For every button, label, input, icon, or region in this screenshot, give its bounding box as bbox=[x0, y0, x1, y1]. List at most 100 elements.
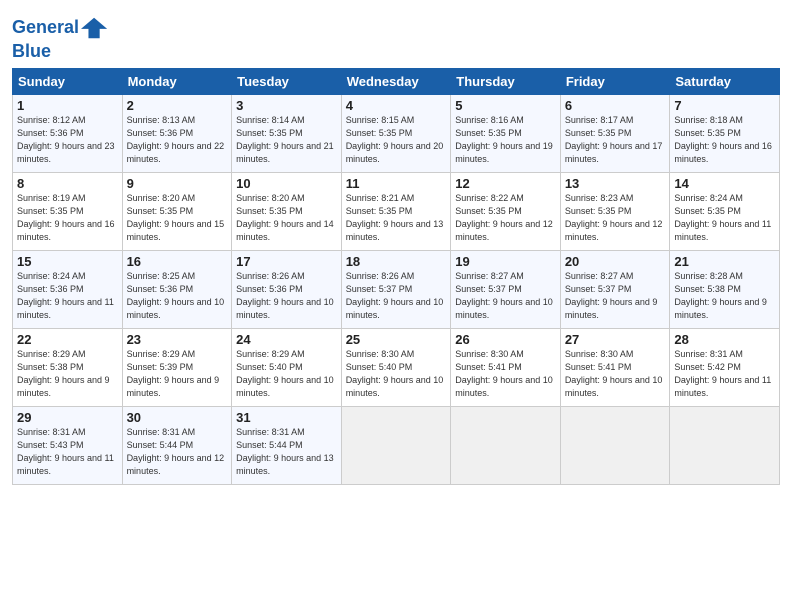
calendar-cell: 2Sunrise: 8:13 AMSunset: 5:36 PMDaylight… bbox=[122, 94, 232, 172]
calendar-cell: 28 Sunrise: 8:31 AMSunset: 5:42 PMDayligh… bbox=[670, 328, 780, 406]
logo-text: General bbox=[12, 18, 79, 38]
calendar-cell: 24 Sunrise: 8:29 AMSunset: 5:40 PMDayligh… bbox=[232, 328, 342, 406]
day-number: 28 bbox=[674, 332, 775, 347]
weekday-header-sunday: Sunday bbox=[13, 68, 123, 94]
day-number: 6 bbox=[565, 98, 666, 113]
day-number: 9 bbox=[127, 176, 228, 191]
day-number: 4 bbox=[346, 98, 447, 113]
day-number: 2 bbox=[127, 98, 228, 113]
calendar-cell: 4 Sunrise: 8:15 AMSunset: 5:35 PMDaylight… bbox=[341, 94, 451, 172]
logo-text2: Blue bbox=[12, 42, 51, 62]
day-number: 12 bbox=[455, 176, 556, 191]
weekday-header-thursday: Thursday bbox=[451, 68, 561, 94]
day-number: 3 bbox=[236, 98, 337, 113]
day-info: Sunrise: 8:21 AMSunset: 5:35 PMDaylight:… bbox=[346, 193, 444, 242]
calendar-week-4: 22 Sunrise: 8:29 AMSunset: 5:38 PMDayligh… bbox=[13, 328, 780, 406]
calendar-cell: 16 Sunrise: 8:25 AMSunset: 5:36 PMDayligh… bbox=[122, 250, 232, 328]
day-number: 1 bbox=[17, 98, 118, 113]
day-info: Sunrise: 8:30 AMSunset: 5:40 PMDaylight:… bbox=[346, 349, 444, 398]
day-info: Sunrise: 8:29 AMSunset: 5:39 PMDaylight:… bbox=[127, 349, 220, 398]
calendar-cell: 14Sunrise: 8:24 AMSunset: 5:35 PMDayligh… bbox=[670, 172, 780, 250]
calendar-cell: 26Sunrise: 8:30 AMSunset: 5:41 PMDayligh… bbox=[451, 328, 561, 406]
calendar-cell bbox=[670, 406, 780, 484]
day-info: Sunrise: 8:27 AMSunset: 5:37 PMDaylight:… bbox=[455, 271, 553, 320]
day-number: 10 bbox=[236, 176, 337, 191]
day-info: Sunrise: 8:25 AMSunset: 5:36 PMDaylight:… bbox=[127, 271, 225, 320]
calendar-cell bbox=[560, 406, 670, 484]
day-number: 25 bbox=[346, 332, 447, 347]
calendar-cell: 17 Sunrise: 8:26 AMSunset: 5:36 PMDayligh… bbox=[232, 250, 342, 328]
day-info: Sunrise: 8:26 AMSunset: 5:37 PMDaylight:… bbox=[346, 271, 444, 320]
calendar-week-3: 15 Sunrise: 8:24 AMSunset: 5:36 PMDayligh… bbox=[13, 250, 780, 328]
day-number: 17 bbox=[236, 254, 337, 269]
day-number: 27 bbox=[565, 332, 666, 347]
day-info: Sunrise: 8:18 AMSunset: 5:35 PMDaylight:… bbox=[674, 115, 772, 164]
day-info: Sunrise: 8:31 AMSunset: 5:43 PMDaylight:… bbox=[17, 427, 114, 476]
day-number: 16 bbox=[127, 254, 228, 269]
weekday-header-row: SundayMondayTuesdayWednesdayThursdayFrid… bbox=[13, 68, 780, 94]
weekday-header-saturday: Saturday bbox=[670, 68, 780, 94]
day-info: Sunrise: 8:17 AMSunset: 5:35 PMDaylight:… bbox=[565, 115, 663, 164]
calendar-cell: 8 Sunrise: 8:19 AMSunset: 5:35 PMDaylight… bbox=[13, 172, 123, 250]
day-info: Sunrise: 8:31 AMSunset: 5:44 PMDaylight:… bbox=[127, 427, 225, 476]
logo: General Blue bbox=[12, 14, 109, 62]
day-info: Sunrise: 8:20 AMSunset: 5:35 PMDaylight:… bbox=[127, 193, 225, 242]
day-number: 8 bbox=[17, 176, 118, 191]
day-number: 15 bbox=[17, 254, 118, 269]
header: General Blue bbox=[12, 10, 780, 62]
day-info: Sunrise: 8:14 AMSunset: 5:35 PMDaylight:… bbox=[236, 115, 334, 164]
logo-icon bbox=[81, 14, 109, 42]
calendar-cell: 23 Sunrise: 8:29 AMSunset: 5:39 PMDayligh… bbox=[122, 328, 232, 406]
calendar-cell: 3 Sunrise: 8:14 AMSunset: 5:35 PMDaylight… bbox=[232, 94, 342, 172]
day-number: 23 bbox=[127, 332, 228, 347]
calendar-cell: 18 Sunrise: 8:26 AMSunset: 5:37 PMDayligh… bbox=[341, 250, 451, 328]
day-info: Sunrise: 8:22 AMSunset: 5:35 PMDaylight:… bbox=[455, 193, 553, 242]
calendar-cell: 29Sunrise: 8:31 AMSunset: 5:43 PMDayligh… bbox=[13, 406, 123, 484]
calendar-cell: 15 Sunrise: 8:24 AMSunset: 5:36 PMDayligh… bbox=[13, 250, 123, 328]
day-info: Sunrise: 8:28 AMSunset: 5:38 PMDaylight:… bbox=[674, 271, 767, 320]
calendar-week-1: 1Sunrise: 8:12 AMSunset: 5:36 PMDaylight… bbox=[13, 94, 780, 172]
calendar-cell bbox=[451, 406, 561, 484]
calendar-table: SundayMondayTuesdayWednesdayThursdayFrid… bbox=[12, 68, 780, 485]
weekday-header-wednesday: Wednesday bbox=[341, 68, 451, 94]
weekday-header-monday: Monday bbox=[122, 68, 232, 94]
calendar-cell: 1Sunrise: 8:12 AMSunset: 5:36 PMDaylight… bbox=[13, 94, 123, 172]
calendar-cell: 19 Sunrise: 8:27 AMSunset: 5:37 PMDayligh… bbox=[451, 250, 561, 328]
day-number: 24 bbox=[236, 332, 337, 347]
day-info: Sunrise: 8:26 AMSunset: 5:36 PMDaylight:… bbox=[236, 271, 334, 320]
day-number: 18 bbox=[346, 254, 447, 269]
day-info: Sunrise: 8:20 AMSunset: 5:35 PMDaylight:… bbox=[236, 193, 334, 242]
day-number: 21 bbox=[674, 254, 775, 269]
day-info: Sunrise: 8:30 AMSunset: 5:41 PMDaylight:… bbox=[565, 349, 663, 398]
calendar-cell bbox=[341, 406, 451, 484]
day-number: 19 bbox=[455, 254, 556, 269]
day-info: Sunrise: 8:29 AMSunset: 5:38 PMDaylight:… bbox=[17, 349, 110, 398]
weekday-header-friday: Friday bbox=[560, 68, 670, 94]
day-info: Sunrise: 8:23 AMSunset: 5:35 PMDaylight:… bbox=[565, 193, 663, 242]
day-number: 13 bbox=[565, 176, 666, 191]
calendar-cell: 10 Sunrise: 8:20 AMSunset: 5:35 PMDayligh… bbox=[232, 172, 342, 250]
day-number: 22 bbox=[17, 332, 118, 347]
page-container: General Blue SundayMondayTuesdayWednesda… bbox=[0, 0, 792, 493]
calendar-cell: 27 Sunrise: 8:30 AMSunset: 5:41 PMDayligh… bbox=[560, 328, 670, 406]
calendar-cell: 7Sunrise: 8:18 AMSunset: 5:35 PMDaylight… bbox=[670, 94, 780, 172]
calendar-cell: 13 Sunrise: 8:23 AMSunset: 5:35 PMDayligh… bbox=[560, 172, 670, 250]
calendar-cell: 20Sunrise: 8:27 AMSunset: 5:37 PMDayligh… bbox=[560, 250, 670, 328]
day-number: 20 bbox=[565, 254, 666, 269]
day-number: 30 bbox=[127, 410, 228, 425]
day-info: Sunrise: 8:15 AMSunset: 5:35 PMDaylight:… bbox=[346, 115, 444, 164]
calendar-cell: 12 Sunrise: 8:22 AMSunset: 5:35 PMDayligh… bbox=[451, 172, 561, 250]
day-info: Sunrise: 8:31 AMSunset: 5:44 PMDaylight:… bbox=[236, 427, 334, 476]
day-info: Sunrise: 8:29 AMSunset: 5:40 PMDaylight:… bbox=[236, 349, 334, 398]
calendar-cell: 22 Sunrise: 8:29 AMSunset: 5:38 PMDayligh… bbox=[13, 328, 123, 406]
calendar-week-2: 8 Sunrise: 8:19 AMSunset: 5:35 PMDaylight… bbox=[13, 172, 780, 250]
day-info: Sunrise: 8:16 AMSunset: 5:35 PMDaylight:… bbox=[455, 115, 553, 164]
calendar-cell: 11Sunrise: 8:21 AMSunset: 5:35 PMDayligh… bbox=[341, 172, 451, 250]
weekday-header-tuesday: Tuesday bbox=[232, 68, 342, 94]
day-info: Sunrise: 8:31 AMSunset: 5:42 PMDaylight:… bbox=[674, 349, 771, 398]
day-info: Sunrise: 8:19 AMSunset: 5:35 PMDaylight:… bbox=[17, 193, 115, 242]
day-number: 14 bbox=[674, 176, 775, 191]
day-number: 31 bbox=[236, 410, 337, 425]
day-number: 5 bbox=[455, 98, 556, 113]
day-info: Sunrise: 8:24 AMSunset: 5:36 PMDaylight:… bbox=[17, 271, 114, 320]
